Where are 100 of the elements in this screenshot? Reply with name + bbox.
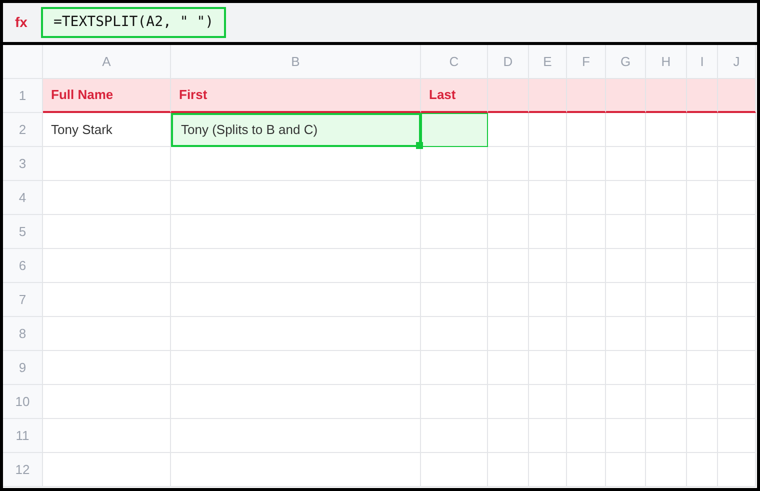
empty-cell[interactable] xyxy=(567,147,606,181)
column-header[interactable]: J xyxy=(718,45,756,79)
empty-cell[interactable] xyxy=(646,147,687,181)
empty-cell[interactable] xyxy=(488,385,529,419)
empty-cell[interactable] xyxy=(171,283,421,317)
empty-cell[interactable] xyxy=(488,283,529,317)
empty-cell[interactable] xyxy=(718,385,756,419)
empty-cell[interactable] xyxy=(171,215,421,249)
empty-cell[interactable] xyxy=(646,283,687,317)
empty-cell[interactable] xyxy=(567,419,606,453)
empty-cell[interactable] xyxy=(171,419,421,453)
empty-cell[interactable] xyxy=(687,385,718,419)
row-number[interactable]: 2 xyxy=(3,113,43,147)
empty-cell[interactable] xyxy=(171,351,421,385)
row-number[interactable]: 12 xyxy=(3,453,43,487)
empty-cell[interactable] xyxy=(488,147,529,181)
column-header[interactable]: I xyxy=(687,45,718,79)
empty-cell[interactable] xyxy=(718,351,756,385)
empty-cell[interactable] xyxy=(687,215,718,249)
empty-cell[interactable] xyxy=(718,283,756,317)
empty-cell[interactable] xyxy=(606,453,646,487)
formula-field[interactable]: =TEXTSPLIT(A2, " ") xyxy=(41,7,226,38)
row-number[interactable]: 10 xyxy=(3,385,43,419)
row-number[interactable]: 7 xyxy=(3,283,43,317)
empty-cell[interactable] xyxy=(646,317,687,351)
empty-cell[interactable] xyxy=(171,317,421,351)
row-number[interactable]: 9 xyxy=(3,351,43,385)
empty-cell[interactable] xyxy=(567,181,606,215)
empty-cell[interactable] xyxy=(718,249,756,283)
empty-cell[interactable] xyxy=(171,181,421,215)
empty-cell[interactable] xyxy=(718,419,756,453)
corner-cell[interactable] xyxy=(3,45,43,79)
empty-cell[interactable] xyxy=(646,385,687,419)
column-header[interactable]: H xyxy=(646,45,687,79)
empty-cell[interactable] xyxy=(421,215,488,249)
column-header[interactable]: A xyxy=(43,45,171,79)
fill-handle[interactable] xyxy=(416,142,423,149)
empty-cell[interactable] xyxy=(718,113,756,147)
empty-cell[interactable] xyxy=(529,249,567,283)
empty-cell[interactable] xyxy=(529,317,567,351)
empty-cell[interactable] xyxy=(606,147,646,181)
empty-cell[interactable] xyxy=(488,215,529,249)
row-number[interactable]: 1 xyxy=(3,79,43,113)
column-header[interactable]: F xyxy=(567,45,606,79)
row-number[interactable]: 3 xyxy=(3,147,43,181)
empty-cell[interactable] xyxy=(567,113,606,147)
empty-cell[interactable] xyxy=(421,181,488,215)
column-header[interactable]: G xyxy=(606,45,646,79)
empty-cell[interactable] xyxy=(567,385,606,419)
empty-cell[interactable] xyxy=(718,181,756,215)
empty-cell[interactable] xyxy=(529,283,567,317)
empty-cell[interactable] xyxy=(646,215,687,249)
empty-cell[interactable] xyxy=(687,181,718,215)
empty-cell[interactable] xyxy=(687,249,718,283)
empty-cell[interactable] xyxy=(529,147,567,181)
empty-cell[interactable] xyxy=(488,351,529,385)
empty-cell[interactable] xyxy=(421,283,488,317)
empty-cell[interactable] xyxy=(421,351,488,385)
empty-cell[interactable] xyxy=(687,453,718,487)
empty-cell[interactable] xyxy=(488,453,529,487)
empty-cell[interactable] xyxy=(567,453,606,487)
empty-cell[interactable] xyxy=(606,419,646,453)
empty-cell[interactable] xyxy=(687,351,718,385)
column-header[interactable]: B xyxy=(171,45,421,79)
empty-cell[interactable] xyxy=(567,283,606,317)
empty-cell[interactable] xyxy=(567,249,606,283)
empty-cell[interactable] xyxy=(646,453,687,487)
empty-cell[interactable] xyxy=(606,249,646,283)
empty-cell[interactable] xyxy=(567,317,606,351)
row-number[interactable]: 11 xyxy=(3,419,43,453)
empty-cell[interactable] xyxy=(718,317,756,351)
empty-cell[interactable] xyxy=(529,419,567,453)
empty-cell[interactable] xyxy=(606,283,646,317)
empty-cell[interactable] xyxy=(421,249,488,283)
empty-cell[interactable] xyxy=(646,419,687,453)
empty-cell[interactable] xyxy=(529,351,567,385)
empty-cell[interactable] xyxy=(606,351,646,385)
empty-cell[interactable] xyxy=(421,147,488,181)
empty-cell[interactable] xyxy=(687,283,718,317)
empty-cell[interactable] xyxy=(529,181,567,215)
empty-cell[interactable] xyxy=(687,419,718,453)
empty-cell[interactable] xyxy=(646,113,687,147)
empty-cell[interactable] xyxy=(529,215,567,249)
empty-cell[interactable] xyxy=(529,113,567,147)
empty-cell[interactable] xyxy=(529,453,567,487)
column-header[interactable]: E xyxy=(529,45,567,79)
empty-cell[interactable] xyxy=(718,147,756,181)
row-number[interactable]: 5 xyxy=(3,215,43,249)
empty-cell[interactable] xyxy=(488,419,529,453)
empty-cell[interactable] xyxy=(567,351,606,385)
empty-cell[interactable] xyxy=(606,181,646,215)
empty-cell[interactable] xyxy=(646,181,687,215)
row-number[interactable]: 8 xyxy=(3,317,43,351)
empty-cell[interactable] xyxy=(488,181,529,215)
empty-cell[interactable] xyxy=(646,351,687,385)
empty-cell[interactable] xyxy=(687,147,718,181)
empty-cell[interactable] xyxy=(421,419,488,453)
empty-cell[interactable] xyxy=(606,385,646,419)
empty-cell[interactable] xyxy=(567,215,606,249)
empty-cell[interactable] xyxy=(606,113,646,147)
